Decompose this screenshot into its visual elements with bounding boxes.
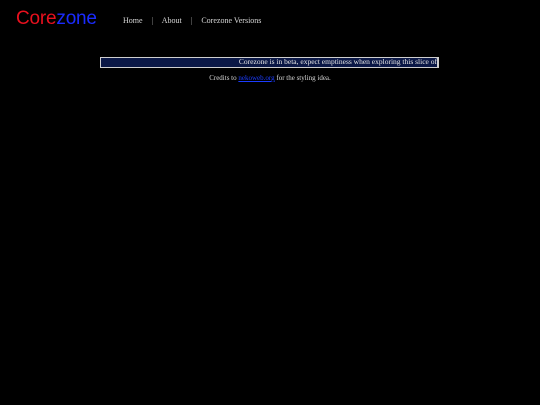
logo-core-text: Core [16, 8, 57, 29]
credits-line: Credits to nekoweb.org for the styling i… [0, 74, 540, 83]
credits-suffix: for the styling idea. [276, 74, 331, 82]
nav-separator: | [190, 16, 193, 25]
beta-banner: Corezone is in beta, expect emptiness wh… [100, 57, 439, 68]
site-header: Corezone Home | About | Corezone Version… [16, 8, 316, 32]
main-nav: Home | About | Corezone Versions [123, 16, 261, 26]
nav-versions-link[interactable]: Corezone Versions [201, 16, 261, 25]
nav-home-link[interactable]: Home [123, 16, 143, 25]
credits-link[interactable]: nekoweb.org [238, 74, 274, 82]
site-logo[interactable]: Corezone [16, 8, 97, 30]
nav-about-link[interactable]: About [162, 16, 182, 25]
banner-text: Corezone is in beta, expect emptiness wh… [238, 57, 437, 66]
logo-zone-text: zone [56, 8, 97, 29]
nav-separator: | [151, 16, 154, 25]
credits-prefix: Credits to [209, 74, 237, 82]
